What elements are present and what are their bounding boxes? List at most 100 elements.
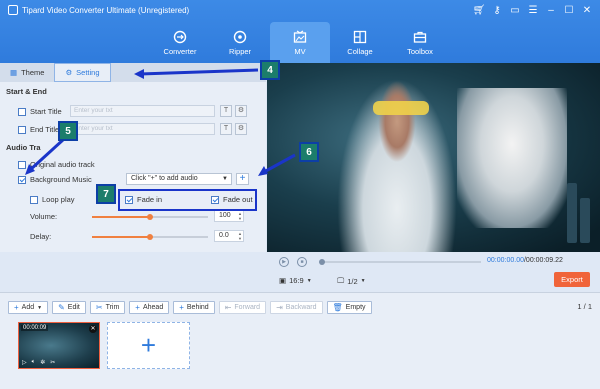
aspect-ratio-value: 16:9	[289, 276, 304, 285]
nav-collage[interactable]: Collage	[330, 22, 390, 63]
nav-ripper[interactable]: Ripper	[210, 22, 270, 63]
settings-panel: ▦ Theme ⚙ Setting Start & End Start Titl…	[0, 63, 266, 252]
step-badge-5: 5	[58, 121, 78, 141]
nav-ripper-label: Ripper	[228, 46, 252, 56]
volume-slider-knob[interactable]	[147, 214, 153, 220]
stop-icon[interactable]: ■	[297, 257, 307, 267]
stepper-icon[interactable]: ▲ ▼	[238, 211, 242, 221]
player-controls: ▶ ■ 00:00:00.00/00:00:09.22 ▣ 16:9 ▼ 🖵︎ …	[267, 252, 600, 292]
tab-theme-label: Theme	[21, 68, 45, 77]
empty-button[interactable]: 🗑︎ Empty	[326, 301, 372, 314]
step-badge-7: 7	[96, 184, 116, 204]
delay-input[interactable]: 0.0 ▲ ▼	[214, 230, 244, 242]
volume-label: Volume:	[30, 212, 58, 221]
delay-slider[interactable]	[92, 234, 208, 240]
original-audio-checkbox[interactable]	[18, 160, 26, 169]
page-select[interactable]: 🖵︎ 1/2 ▼	[337, 276, 366, 286]
loop-play-checkbox[interactable]	[30, 195, 38, 204]
delay-slider-fill	[92, 236, 150, 238]
trim-label: Trim	[105, 304, 120, 311]
scissors-icon: ✂	[95, 303, 103, 312]
maximize-icon[interactable]: ☐	[562, 3, 576, 17]
volume-slider[interactable]	[92, 214, 208, 220]
nav-toolbox[interactable]: Toolbox	[390, 22, 450, 63]
page-value: 1/2	[347, 276, 358, 286]
close-icon[interactable]: ✕	[580, 3, 594, 17]
aspect-ratio-select[interactable]: ▣ 16:9 ▼	[279, 276, 312, 285]
clip-strip: 00:00:09 ✕ ▷ 🔈︎ ✲ ✂ +	[0, 322, 600, 389]
delay-slider-knob[interactable]	[147, 234, 153, 240]
start-title-font-button[interactable]: T	[220, 105, 232, 117]
forward-icon: ⇤	[224, 303, 232, 312]
chat-icon[interactable]: ▭	[508, 3, 522, 17]
time-display: 00:00:00.00/00:00:09.22	[487, 257, 563, 264]
backward-icon: ⇥	[276, 303, 283, 312]
forward-button[interactable]: ⇤ Forward	[218, 301, 267, 314]
video-goggles	[373, 101, 429, 115]
start-end-heading: Start & End	[6, 87, 47, 96]
end-title-font-button[interactable]: T	[220, 123, 232, 135]
edit-icon: ✎	[58, 303, 65, 312]
volume-slider-fill	[92, 216, 150, 218]
backward-button[interactable]: ⇥ Backward	[270, 301, 323, 314]
main-nav: Converter Ripper MV Collage Toolbox	[150, 22, 450, 63]
chevron-down-icon: ▼	[306, 277, 312, 284]
export-button[interactable]: Export	[554, 272, 590, 287]
edit-button[interactable]: ✎ Edit	[52, 301, 86, 314]
play-icon[interactable]: ▶	[279, 257, 289, 267]
backward-label: Backward	[285, 304, 317, 311]
chevron-down-icon: ▼	[37, 304, 43, 311]
start-title-input[interactable]: Enter your txt	[70, 105, 215, 117]
key-icon[interactable]: ⚷	[490, 3, 504, 17]
behind-button[interactable]: + Behind	[173, 301, 215, 314]
background-music-checkbox[interactable]	[18, 175, 26, 184]
timeline-slider[interactable]	[319, 259, 481, 265]
nav-mv[interactable]: MV	[270, 22, 330, 63]
add-clip-button[interactable]: +	[107, 322, 190, 369]
toolbar-buttons: + Add ▼ ✎ Edit ✂ Trim + Ahead + Behind ⇤ Forwar…	[8, 301, 372, 314]
minimize-icon[interactable]: –	[544, 3, 558, 17]
chevron-down-icon: ▼	[360, 278, 366, 284]
stepper-icon[interactable]: ▲ ▼	[238, 231, 242, 241]
end-title-settings-button[interactable]: ⚙	[235, 123, 247, 135]
tab-theme[interactable]: ▦ Theme	[0, 63, 54, 82]
end-title-label: End Title	[30, 125, 60, 134]
clip-thumbnail[interactable]: 00:00:09 ✕ ▷ 🔈︎ ✲ ✂	[18, 322, 100, 369]
cart-icon[interactable]: 🛒︎	[472, 3, 486, 17]
nav-converter[interactable]: Converter	[150, 22, 210, 63]
start-title-row: Start Title	[18, 107, 62, 116]
end-title-input[interactable]: Enter your txt	[70, 123, 215, 135]
play-icon[interactable]: ▷	[22, 359, 27, 366]
ahead-label: Ahead	[142, 304, 164, 311]
empty-label: Empty	[345, 304, 366, 311]
grid-icon: ▦	[10, 68, 18, 77]
monitor-icon: 🖵︎	[337, 276, 345, 285]
volume-label-row: Volume:	[30, 212, 57, 221]
audio-track-heading: Audio Tra	[6, 143, 41, 152]
audio-icon[interactable]: 🔈︎	[32, 359, 36, 366]
forward-label: Forward	[234, 304, 261, 311]
start-title-label: Start Title	[30, 107, 62, 116]
ahead-button[interactable]: + Ahead	[129, 301, 170, 314]
add-audio-button[interactable]: +	[236, 173, 249, 185]
add-button[interactable]: + Add ▼	[8, 301, 49, 314]
timeline-knob[interactable]	[319, 259, 325, 265]
scissors-icon[interactable]: ✂	[50, 359, 55, 366]
close-icon[interactable]: ✕	[89, 325, 97, 333]
app-title: Tipard Video Converter Ultimate (Unregis…	[22, 6, 190, 15]
aspect-ratio-icon: ▣	[279, 276, 287, 285]
start-title-settings-button[interactable]: ⚙	[235, 105, 247, 117]
audio-dropdown[interactable]: Click "+" to add audio ▼	[126, 173, 232, 185]
start-title-checkbox[interactable]	[18, 107, 26, 116]
end-title-checkbox[interactable]	[18, 125, 26, 134]
effect-icon[interactable]: ✲	[40, 359, 45, 366]
toolbox-icon	[413, 31, 427, 43]
add-label: Add	[21, 304, 35, 311]
volume-input[interactable]: 100 ▲ ▼	[214, 210, 244, 222]
trim-button[interactable]: ✂ Trim	[89, 301, 126, 314]
fade-highlight-box	[118, 189, 257, 211]
clip-icons: ▷ 🔈︎ ✲ ✂	[22, 359, 55, 366]
end-title-row: End Title	[18, 125, 59, 134]
menu-icon[interactable]: ☰	[526, 3, 540, 17]
mv-icon	[293, 30, 307, 43]
